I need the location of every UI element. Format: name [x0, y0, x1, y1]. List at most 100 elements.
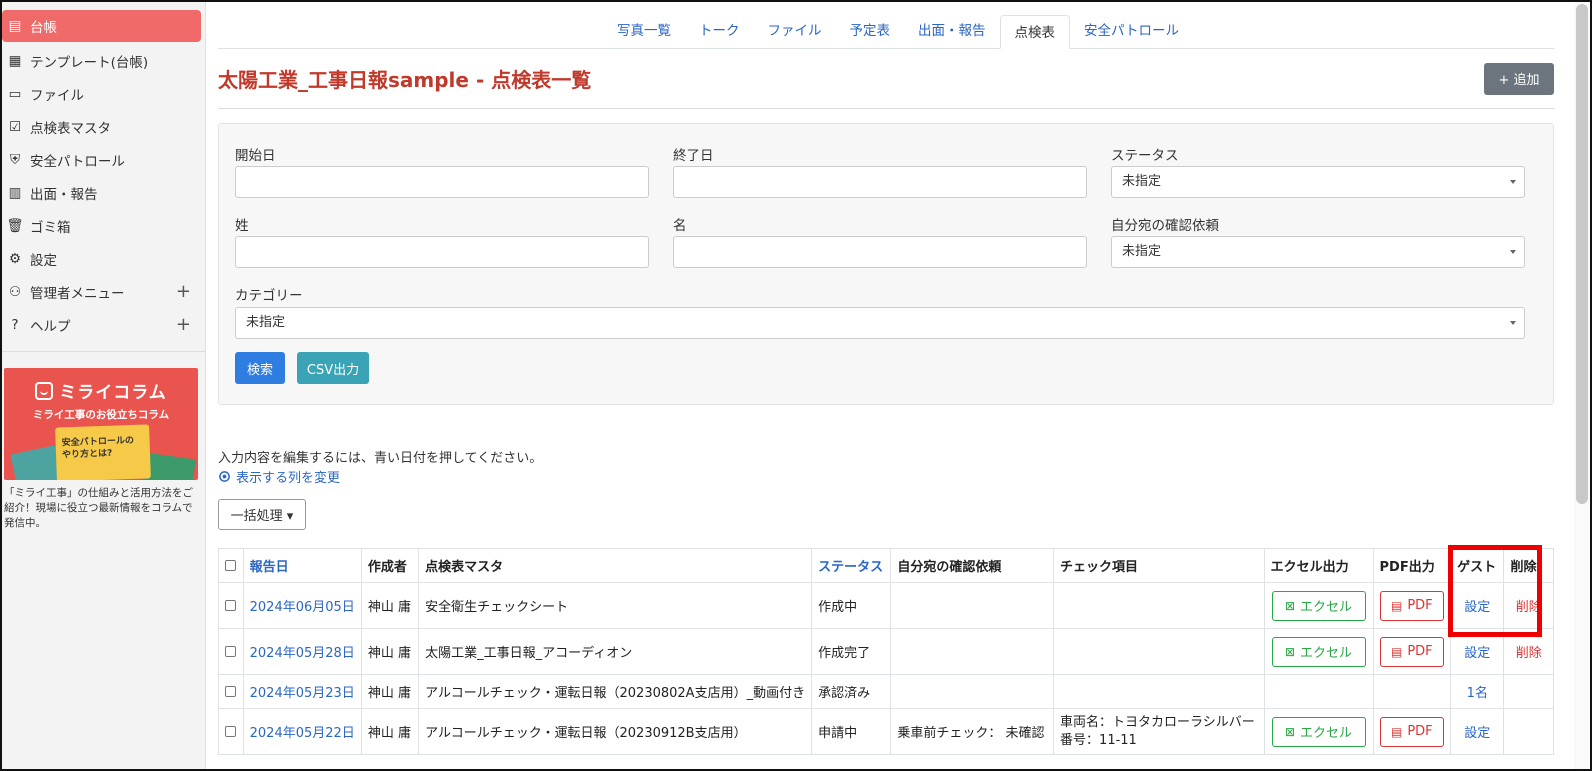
- row-check: [1053, 582, 1265, 629]
- row-author: 神山 庸: [360, 628, 420, 675]
- sidebar-item-ledger[interactable]: ▤ 台帳: [2, 10, 201, 42]
- start-date-input[interactable]: [235, 166, 649, 198]
- row-check-line: 車両名：トヨタカローラシルバー: [1060, 714, 1255, 730]
- category-select[interactable]: 未指定: [235, 307, 1525, 339]
- sidebar-item-report[interactable]: ▥ 出面・報告: [2, 176, 205, 209]
- header-excel: エクセル出力: [1263, 548, 1374, 583]
- search-button[interactable]: 検索: [235, 352, 285, 384]
- row-date-link[interactable]: 2024年05月23日: [242, 674, 362, 709]
- row-status: 作成中: [811, 582, 892, 629]
- row-status: 承認済み: [811, 674, 892, 709]
- pdf-label: PDF: [1407, 598, 1433, 613]
- row-date-link[interactable]: 2024年06月05日: [242, 582, 362, 629]
- checklist-table: 報告日 作成者 点検表マスタ ステータス 自分宛の確認依頼 チェック項目 エクセ…: [218, 548, 1554, 755]
- sidebar-item-file[interactable]: ▭ ファイル: [2, 77, 205, 110]
- row-pdf-cell: [1372, 674, 1452, 709]
- scrollbar-thumb[interactable]: [1576, 4, 1588, 504]
- admin-icon: ⚇: [8, 283, 22, 300]
- row-date-link[interactable]: 2024年05月22日: [242, 708, 362, 755]
- sidebar-item-label: 出面・報告: [30, 186, 98, 203]
- sidebar-item-label: 点検表マスタ: [30, 120, 111, 137]
- pdf-export-button[interactable]: ▤ PDF: [1379, 636, 1444, 667]
- row-date-link[interactable]: 2024年05月28日: [242, 628, 362, 675]
- row-master: アルコールチェック・運転日報（20230802A支店用）_動画付き: [418, 674, 813, 709]
- row-select-cell: [218, 674, 244, 709]
- expand-plus-icon[interactable]: +: [176, 314, 191, 335]
- sidebar-item-template[interactable]: ▦ テンプレート(台帳): [2, 44, 205, 77]
- last-name-input[interactable]: [235, 236, 649, 268]
- row-checkbox[interactable]: [225, 646, 236, 657]
- sidebar-item-trash[interactable]: 🗑 ゴミ箱: [2, 209, 205, 242]
- row-checkbox[interactable]: [225, 726, 236, 737]
- bulk-action-dropdown[interactable]: 一括処理 ▾: [218, 499, 306, 530]
- sidebar-item-patrol[interactable]: ⛨ 安全パトロール: [2, 143, 205, 176]
- table-row: 2024年05月22日 神山 庸 アルコールチェック・運転日報（20230912…: [218, 708, 1554, 755]
- ledger-icon: ▤: [8, 18, 22, 34]
- request-select[interactable]: 未指定: [1111, 236, 1525, 268]
- change-columns-label: 表示する列を変更: [236, 471, 341, 486]
- excel-export-button[interactable]: ⊠ エクセル: [1271, 716, 1366, 747]
- table-row: 2024年05月23日 神山 庸 アルコールチェック・運転日報（20230802…: [218, 674, 1554, 709]
- pdf-label: PDF: [1407, 644, 1433, 659]
- row-excel-cell: ⊠ エクセル: [1263, 628, 1374, 675]
- row-pdf-cell: ▤ PDF: [1372, 582, 1452, 629]
- tab-4[interactable]: 出面・報告: [904, 14, 1000, 48]
- row-excel-cell: ⊠ エクセル: [1263, 582, 1374, 629]
- row-checkbox[interactable]: [225, 686, 236, 697]
- tab-0[interactable]: 写真一覧: [603, 14, 685, 48]
- row-check: [1053, 628, 1265, 675]
- header-author: 作成者: [360, 548, 420, 583]
- tab-2[interactable]: ファイル: [754, 14, 836, 48]
- guest-settings-link[interactable]: 設定: [1450, 708, 1505, 755]
- tab-6[interactable]: 安全パトロール: [1070, 14, 1193, 48]
- checklist-master-icon: ☑: [8, 118, 22, 135]
- guest-count-link[interactable]: 1名: [1450, 674, 1505, 709]
- csv-export-button[interactable]: CSV出力: [297, 352, 369, 384]
- header-report-date[interactable]: 報告日: [242, 548, 362, 583]
- add-button[interactable]: + 追加: [1484, 62, 1554, 95]
- change-columns-link[interactable]: 表示する列を変更: [218, 467, 340, 486]
- banner-illustration-text: 安全パトロールの やり方とは?: [61, 435, 135, 461]
- sidebar-item-label: テンプレート(台帳): [30, 54, 149, 71]
- row-checkbox[interactable]: [225, 600, 236, 611]
- excel-icon: ⊠: [1284, 598, 1296, 613]
- tab-1[interactable]: トーク: [685, 14, 754, 48]
- excel-export-button[interactable]: ⊠ エクセル: [1271, 636, 1366, 667]
- column-banner[interactable]: ミライコラム ミライ工事のお役立ちコラム 安全パトロールの やり方とは?: [4, 368, 198, 480]
- tab-5[interactable]: 点検表: [999, 15, 1071, 49]
- expand-plus-icon[interactable]: +: [176, 281, 191, 302]
- patrol-icon: ⛨: [9, 151, 21, 168]
- header-request: 自分宛の確認依頼: [890, 548, 1055, 583]
- row-request: 乗車前チェック： 未確認: [890, 708, 1055, 755]
- sidebar-item-gear[interactable]: ⚙ 設定: [2, 242, 205, 275]
- pdf-export-button[interactable]: ▤ PDF: [1379, 590, 1444, 621]
- chat-bubble-icon: [35, 381, 54, 400]
- select-all-checkbox[interactable]: [225, 560, 236, 571]
- row-select-cell: [218, 582, 244, 629]
- first-name-input[interactable]: [673, 236, 1087, 268]
- sidebar-item-admin[interactable]: ⚇ 管理者メニュー +: [2, 275, 205, 308]
- row-master: 太陽工業_工事日報_アコーディオン: [418, 628, 813, 675]
- row-pdf-cell: ▤ PDF: [1372, 628, 1452, 675]
- banner-title: ミライコラム: [59, 383, 167, 403]
- sidebar-item-label: 管理者メニュー: [30, 285, 125, 302]
- pdf-export-button[interactable]: ▤ PDF: [1379, 716, 1444, 747]
- row-status: 作成完了: [811, 628, 892, 675]
- header-status[interactable]: ステータス: [811, 548, 892, 583]
- sidebar-item-help[interactable]: ? ヘルプ +: [2, 308, 205, 341]
- row-pdf-cell: ▤ PDF: [1372, 708, 1452, 755]
- row-excel-cell: ⊠ エクセル: [1263, 708, 1374, 755]
- header-check-items: チェック項目: [1053, 548, 1265, 583]
- end-date-input[interactable]: [673, 166, 1087, 198]
- excel-export-button[interactable]: ⊠ エクセル: [1271, 590, 1366, 621]
- highlight-box: [1448, 545, 1542, 637]
- gear-icon: [219, 471, 230, 482]
- table-row: 2024年05月28日 神山 庸 太陽工業_工事日報_アコーディオン 作成完了 …: [218, 628, 1554, 675]
- status-select[interactable]: 未指定: [1111, 166, 1525, 198]
- sidebar-item-checklist-master[interactable]: ☑ 点検表マスタ: [2, 110, 205, 143]
- first-name-label: 名: [673, 218, 687, 234]
- status-label: ステータス: [1111, 148, 1179, 164]
- caret-down-icon: [1510, 250, 1516, 254]
- tab-3[interactable]: 予定表: [836, 14, 905, 48]
- row-request: [890, 628, 1055, 675]
